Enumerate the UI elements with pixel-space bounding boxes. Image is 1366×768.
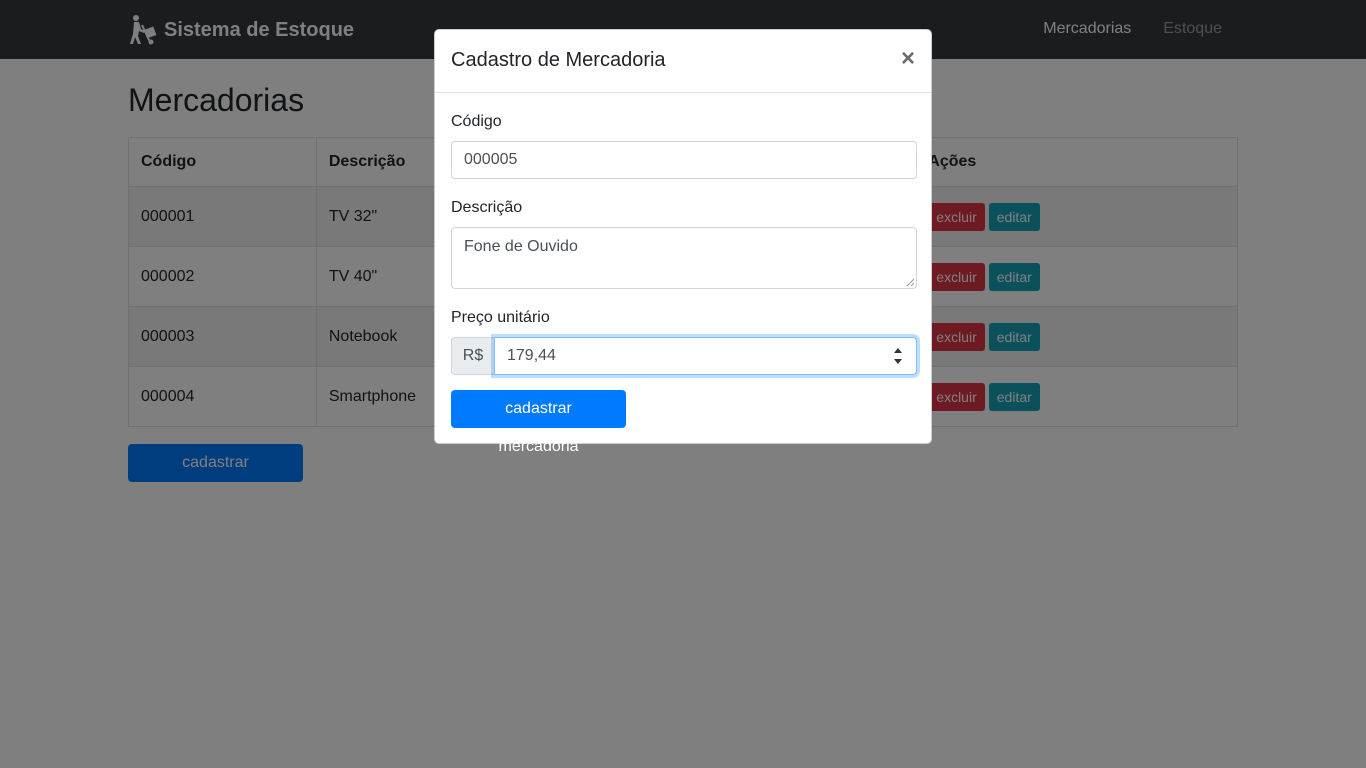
descricao-value: Fone de Ouvido	[464, 238, 578, 255]
resize-grip-icon[interactable]	[906, 278, 914, 286]
stepper-down-icon[interactable]	[894, 359, 902, 364]
preco-label: Preço unitário	[451, 309, 550, 326]
preco-input[interactable]: 179,44	[494, 337, 917, 375]
preco-value: 179,44	[507, 347, 556, 364]
cadastro-modal: Cadastro de Mercadoria × Código 000005 D…	[434, 29, 932, 455]
codigo-input[interactable]: 000005	[451, 141, 917, 179]
preco-input-group: R$ 179,44	[451, 337, 917, 375]
descricao-label: Descrição	[451, 199, 523, 216]
codigo-label: Código	[451, 113, 502, 130]
currency-prefix: R$	[451, 337, 494, 375]
modal-header: Cadastro de Mercadoria ×	[435, 30, 931, 93]
modal-title: Cadastro de Mercadoria	[451, 49, 666, 71]
submit-mercadoria-button[interactable]: cadastrar mercadoria	[451, 390, 626, 455]
number-stepper[interactable]	[892, 345, 904, 367]
close-icon[interactable]: ×	[901, 47, 915, 71]
descricao-textarea[interactable]: Fone de Ouvido	[451, 227, 917, 289]
stepper-up-icon[interactable]	[894, 348, 902, 353]
